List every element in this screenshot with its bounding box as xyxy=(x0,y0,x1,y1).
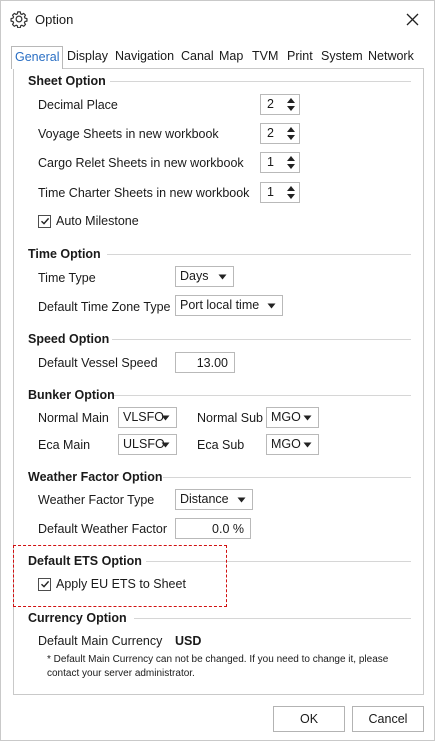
chevron-down-icon xyxy=(161,442,170,448)
tab-print[interactable]: Print xyxy=(287,46,313,68)
time-option-header: Time Option xyxy=(28,246,101,262)
gear-icon xyxy=(10,10,28,29)
speed-option-header: Speed Option xyxy=(28,331,109,347)
default-vessel-speed-input[interactable] xyxy=(175,352,235,373)
chevron-down-icon xyxy=(303,442,312,448)
eca-sub-label: Eca Sub xyxy=(197,438,245,452)
select-value: MGO xyxy=(271,437,301,451)
eca-main-select[interactable]: ULSFO xyxy=(118,434,177,455)
default-time-zone-label: Default Time Zone Type xyxy=(38,300,171,314)
select-value: Days xyxy=(180,269,209,283)
tab-network[interactable]: Network xyxy=(368,46,414,68)
normal-sub-label: Normal Sub xyxy=(197,411,263,425)
stepper-arrows-icon[interactable] xyxy=(285,125,297,142)
decimal-place-stepper[interactable]: 2 xyxy=(260,94,300,115)
currency-note-line1: * Default Main Currency can not be chang… xyxy=(47,654,389,665)
default-weather-factor-input[interactable] xyxy=(175,518,251,539)
stepper-arrows-icon[interactable] xyxy=(285,184,297,201)
decimal-place-label: Decimal Place xyxy=(38,98,118,112)
tab-canal[interactable]: Canal xyxy=(181,46,214,68)
chevron-down-icon xyxy=(303,415,312,421)
bunker-option-header: Bunker Option xyxy=(28,387,115,403)
ets-highlight-annotation xyxy=(13,545,227,607)
section-title: Currency Option xyxy=(28,611,127,625)
chevron-down-icon xyxy=(237,497,246,503)
section-title: Weather Factor Option xyxy=(28,470,163,484)
stepper-value: 1 xyxy=(267,155,274,169)
section-divider xyxy=(112,339,411,340)
section-divider xyxy=(114,395,411,396)
tab-tvm[interactable]: TVM xyxy=(252,46,278,68)
stepper-value: 2 xyxy=(267,97,274,111)
weather-factor-field[interactable] xyxy=(176,519,250,538)
section-title: Bunker Option xyxy=(28,388,115,402)
cargo-relet-sheets-stepper[interactable]: 1 xyxy=(260,152,300,173)
default-main-currency-value: USD xyxy=(175,634,202,648)
checkmark-icon xyxy=(40,217,49,225)
voyage-sheets-stepper[interactable]: 2 xyxy=(260,123,300,144)
cargo-relet-sheets-label: Cargo Relet Sheets in new workbook xyxy=(38,156,244,170)
section-divider xyxy=(110,81,411,82)
voyage-sheets-label: Voyage Sheets in new workbook xyxy=(38,127,219,141)
section-divider xyxy=(134,618,411,619)
eca-main-label: Eca Main xyxy=(38,438,91,452)
section-title: Speed Option xyxy=(28,332,110,346)
select-value: MGO xyxy=(271,410,301,424)
weather-factor-type-select[interactable]: Distance xyxy=(175,489,253,510)
checkbox-label: Auto Milestone xyxy=(56,214,139,228)
select-value: Distance xyxy=(180,492,229,506)
checkbox-box[interactable] xyxy=(38,214,51,228)
option-dialog: Option General Display Navigation Canal … xyxy=(0,0,435,741)
default-vessel-speed-label: Default Vessel Speed xyxy=(38,356,158,370)
stepper-value: 2 xyxy=(267,126,274,140)
tab-map[interactable]: Map xyxy=(219,46,243,68)
sheet-option-header: Sheet Option xyxy=(28,73,106,89)
default-weather-factor-label: Default Weather Factor xyxy=(38,522,167,536)
tab-navigation[interactable]: Navigation xyxy=(115,46,174,68)
tab-general[interactable]: General xyxy=(11,46,64,69)
title-bar: Option xyxy=(1,1,434,37)
select-value: VLSFO xyxy=(123,410,164,424)
section-divider xyxy=(163,477,411,478)
default-main-currency-label: Default Main Currency xyxy=(38,634,163,648)
normal-main-select[interactable]: VLSFO xyxy=(118,407,177,428)
window-title: Option xyxy=(35,12,74,27)
currency-note-line2: contact your server administrator. xyxy=(47,668,195,679)
auto-milestone-checkbox[interactable]: Auto Milestone xyxy=(38,214,139,228)
select-value: ULSFO xyxy=(123,437,165,451)
chevron-down-icon xyxy=(161,415,170,421)
time-type-select[interactable]: Days xyxy=(175,266,234,287)
stepper-arrows-icon[interactable] xyxy=(285,154,297,171)
tab-display[interactable]: Display xyxy=(67,46,108,68)
normal-main-label: Normal Main xyxy=(38,411,109,425)
section-divider xyxy=(107,254,411,255)
section-title: Sheet Option xyxy=(28,74,106,88)
time-charter-sheets-label: Time Charter Sheets in new workbook xyxy=(38,186,250,200)
tab-bar: General Display Navigation Canal Map TVM… xyxy=(11,46,425,69)
stepper-arrows-icon[interactable] xyxy=(285,96,297,113)
close-button[interactable] xyxy=(398,7,426,31)
cancel-button[interactable]: Cancel xyxy=(352,706,424,732)
weather-factor-type-label: Weather Factor Type xyxy=(38,493,155,507)
time-charter-sheets-stepper[interactable]: 1 xyxy=(260,182,300,203)
section-title: Time Option xyxy=(28,247,101,261)
eca-sub-select[interactable]: MGO xyxy=(266,434,319,455)
tab-system[interactable]: System xyxy=(321,46,363,68)
default-time-zone-select[interactable]: Port local time xyxy=(175,295,283,316)
chevron-down-icon xyxy=(218,274,227,280)
ok-button[interactable]: OK xyxy=(273,706,345,732)
stepper-value: 1 xyxy=(267,185,274,199)
currency-option-header: Currency Option xyxy=(28,610,127,626)
time-type-label: Time Type xyxy=(38,271,96,285)
close-icon xyxy=(406,13,418,25)
normal-sub-select[interactable]: MGO xyxy=(266,407,319,428)
weather-factor-option-header: Weather Factor Option xyxy=(28,469,163,485)
vessel-speed-field[interactable] xyxy=(176,353,234,372)
select-value: Port local time xyxy=(180,298,260,312)
chevron-down-icon xyxy=(267,303,276,309)
